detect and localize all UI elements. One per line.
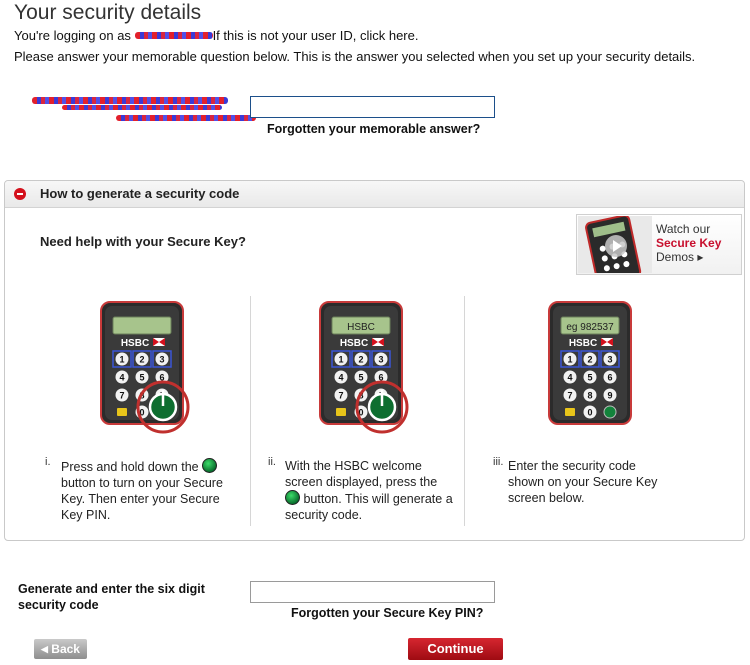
device-key-label: 9 (607, 391, 612, 401)
step-2-numeral: ii. (268, 456, 276, 468)
continue-button[interactable]: Continue (408, 638, 503, 660)
device-key-label: 8 (587, 391, 592, 401)
demo-line-3: Demos ▸ (656, 250, 704, 264)
device-key-label: 2 (358, 355, 363, 365)
device-key-label: 7 (119, 391, 124, 401)
step-3-numeral: iii. (493, 456, 504, 468)
step-1-text-before: Press and hold down the (61, 460, 199, 474)
step-1-numeral: i. (45, 456, 51, 468)
collapse-icon[interactable] (14, 188, 26, 200)
device-brand: HSBC (121, 338, 149, 349)
demo-device-thumbnail (578, 216, 652, 273)
step-2-text-before: With the HSBC welcome screen displayed, … (285, 459, 438, 489)
step-divider (464, 296, 465, 526)
security-code-label-line-2: security code (18, 598, 99, 612)
step-3: iii. Enter the security code shown on yo… (493, 456, 683, 506)
power-button-icon (202, 458, 218, 473)
back-arrow-icon: ◀ (41, 644, 48, 654)
device-key-label: 5 (587, 373, 592, 383)
memorable-answer-input[interactable] (250, 96, 495, 118)
device-key-label: 1 (119, 355, 124, 365)
step-1-text-after: button to turn on your Secure Key. Then … (61, 476, 223, 522)
step-1: i. Press and hold down the button to tur… (45, 456, 245, 523)
demo-line-1: Watch our (656, 222, 711, 236)
device-key-label: 5 (139, 373, 144, 383)
device-key-label: 4 (567, 373, 572, 383)
device-key-label: 7 (567, 391, 572, 401)
security-code-input[interactable] (250, 581, 495, 603)
forgot-pin-link[interactable]: Forgotten your Secure Key PIN? (291, 606, 483, 620)
device-key-label: 0 (587, 408, 592, 418)
back-button[interactable]: ◀ Back (34, 639, 87, 659)
device-key-label: 3 (378, 355, 383, 365)
logon-prefix: You're logging on as (14, 28, 131, 43)
device-brand: HSBC (569, 338, 597, 349)
security-code-label: Generate and enter the six digit securit… (18, 581, 205, 613)
panel-title: How to generate a security code (40, 186, 240, 201)
instruction-text: Please answer your memorable question be… (14, 49, 696, 64)
help-heading: Need help with your Secure Key? (40, 234, 246, 249)
device-key-label: 5 (358, 373, 363, 383)
secure-key-device-step-1: HSBC1234567890 (100, 301, 190, 434)
device-key-label: 7 (338, 391, 343, 401)
step-2: ii. With the HSBC welcome screen display… (268, 456, 458, 523)
device-key-label: 1 (338, 355, 343, 365)
security-code-label-line-1: Generate and enter the six digit (18, 582, 205, 596)
secure-key-device-step-2: HSBCHSBC1234567890 (319, 301, 409, 434)
logon-line: You're logging on as If this is not your… (14, 28, 418, 43)
device-key-label: 2 (139, 355, 144, 365)
device-key-label: 6 (607, 373, 612, 383)
device-key-label: 4 (119, 373, 124, 383)
page-title: Your security details (14, 1, 202, 24)
device-key-label: 3 (607, 355, 612, 365)
step-divider (250, 296, 251, 526)
device-brand: HSBC (340, 338, 368, 349)
demo-line-2: Secure Key (656, 236, 722, 250)
device-key-label: 2 (587, 355, 592, 365)
redacted-user-id (134, 32, 213, 39)
power-button-icon (285, 490, 300, 505)
step-3-text: Enter the security code shown on your Se… (508, 459, 658, 505)
memorable-question-redacted (32, 95, 256, 127)
device-key-label: 4 (338, 373, 343, 383)
secure-key-device-step-3: eg 982537 HSBC 1 2 3 4 5 6 7 8 9 0 (548, 301, 632, 425)
not-your-user-link[interactable]: If this is not your user ID, click here. (213, 28, 419, 43)
secure-key-demo-link[interactable]: Watch our Secure Key Demos ▸ (576, 214, 742, 275)
forgot-memorable-link[interactable]: Forgotten your memorable answer? (267, 122, 480, 136)
device-key-label: 1 (567, 355, 572, 365)
device-screen-text: eg 982537 (566, 322, 614, 333)
panel-header[interactable]: How to generate a security code (5, 181, 744, 208)
device-key-label: 3 (159, 355, 164, 365)
back-button-label: Back (51, 642, 80, 656)
device-screen-text: HSBC (347, 322, 375, 333)
step-2-text-after: button. This will generate a security co… (285, 492, 453, 522)
